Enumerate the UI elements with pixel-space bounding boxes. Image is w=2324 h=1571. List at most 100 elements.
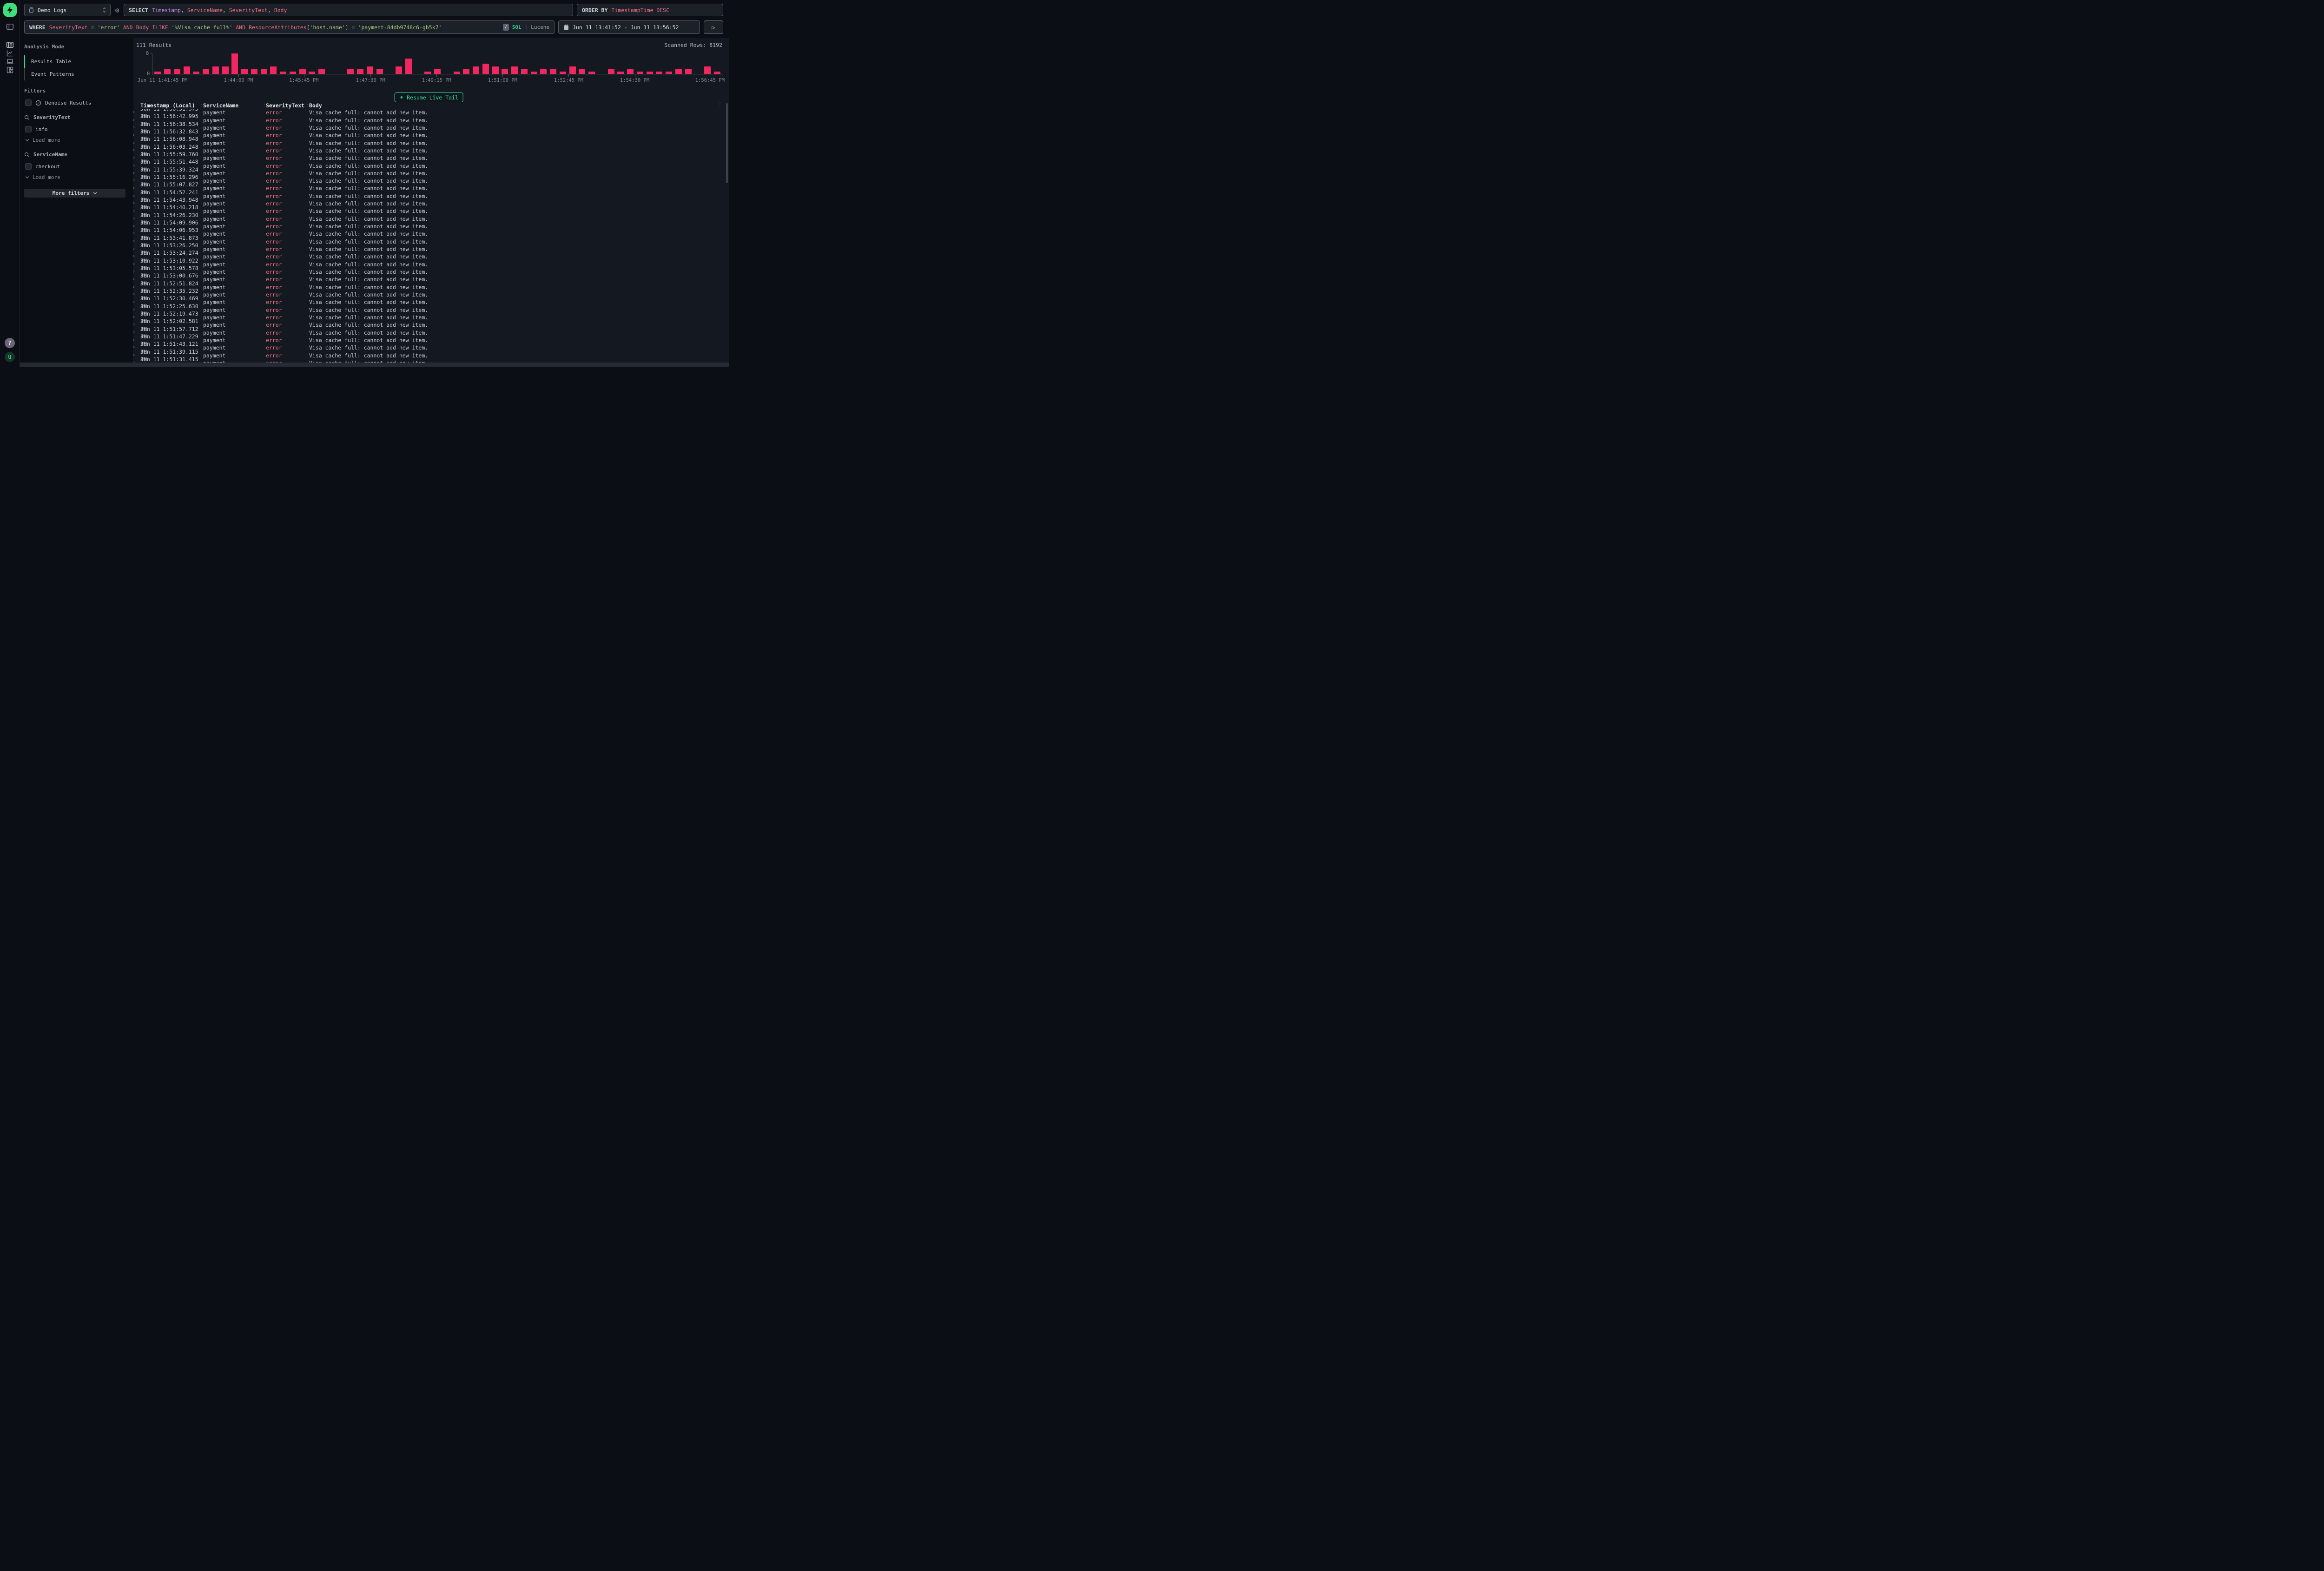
histogram-bar [579,69,585,74]
histogram-bar-slot[interactable] [317,53,327,74]
histogram-bar-slot[interactable] [288,53,298,74]
table-options-icon[interactable]: ⋮ [718,102,722,107]
histogram-bar-slot[interactable] [250,53,259,74]
orderby-query-input[interactable]: ORDER BY TimestampTime DESC [577,4,723,16]
histogram-bar-slot[interactable] [616,53,626,74]
histogram-bar-slot[interactable] [172,53,182,74]
histogram-bar-slot[interactable] [384,53,394,74]
source-settings-gear-icon[interactable]: ⚙ [111,4,124,16]
histogram-bar-slot[interactable] [182,53,191,74]
histogram-bar-slot[interactable] [500,53,510,74]
histogram-bar-slot[interactable] [674,53,684,74]
histogram-bar-slot[interactable] [635,53,645,74]
histogram-bar-slot[interactable] [529,53,539,74]
histogram-bar-slot[interactable] [654,53,664,74]
histogram-bar-slot[interactable] [606,53,616,74]
filter-option-info[interactable]: info [25,126,133,132]
column-header-servicename[interactable]: ⋮ServiceName [203,102,266,109]
histogram-bar-slot[interactable] [471,53,481,74]
histogram-bar-slot[interactable] [442,53,452,74]
histogram-bar-slot[interactable] [452,53,462,74]
histogram-bar-slot[interactable] [269,53,278,74]
column-header-severitytext[interactable]: ⋮SeverityText [266,102,309,109]
where-query-input[interactable]: WHERE SeverityText = 'error' AND Body IL… [24,20,555,34]
sidebar-mode-results-table[interactable]: Results Table [24,55,133,68]
histogram-bar-slot[interactable] [626,53,635,74]
search-logs-icon[interactable] [6,40,14,49]
histogram-bar-slot[interactable] [163,53,172,74]
histogram-bar-slot[interactable] [558,53,568,74]
histogram-bar-slot[interactable] [568,53,577,74]
sessions-laptop-icon[interactable] [6,57,14,66]
language-lucene-option[interactable]: Lucene [531,24,549,30]
time-range-picker[interactable]: Jun 11 13:41:52 - Jun 11 13:56:52 [558,20,700,34]
histogram-bar-slot[interactable] [153,53,163,74]
more-filters-button[interactable]: More filters [24,189,125,198]
user-avatar[interactable]: U [5,352,15,362]
histogram-bar-slot[interactable] [462,53,471,74]
source-selector[interactable]: Demo Logs [24,4,111,16]
column-header-timestamp[interactable]: Timestamp (Local) [140,102,203,109]
filter-checkbox-checkout[interactable] [25,163,32,170]
histogram-bar-slot[interactable] [664,53,674,74]
histogram-bar-slot[interactable] [490,53,500,74]
histogram-bar-slot[interactable] [548,53,558,74]
histogram-bar-slot[interactable] [346,53,356,74]
histogram-bar-slot[interactable] [278,53,288,74]
dashboards-icon[interactable] [6,66,14,74]
horizontal-scrollbar-track[interactable] [20,363,729,367]
collapse-sidebar-icon[interactable] [6,22,14,31]
select-query-input[interactable]: SELECT Timestamp, ServiceName, SeverityT… [124,4,573,16]
histogram-bar-slot[interactable] [510,53,520,74]
language-sql-option[interactable]: SQL [512,24,522,30]
cell-body: Visa cache full: cannot add new item. [309,139,726,147]
histogram-bar-slot[interactable] [539,53,548,74]
histogram-bar-slot[interactable] [587,53,597,74]
denoise-results-row[interactable]: Denoise Results [25,99,133,106]
histogram-bar-slot[interactable] [356,53,365,74]
histogram-bar-slot[interactable] [201,53,211,74]
histogram-bar-slot[interactable] [713,53,722,74]
cell-body: Visa cache full: cannot add new item. [309,253,726,260]
app-logo[interactable] [3,3,17,17]
histogram-bar-slot[interactable] [259,53,269,74]
table-row[interactable]: ›Jun 11 1:56:51.975 PMpaymenterrorVisa c… [129,109,726,112]
histogram-bar-slot[interactable] [645,53,654,74]
chart-explorer-icon[interactable] [6,49,14,57]
histogram-bar-slot[interactable] [433,53,442,74]
histogram-bar-slot[interactable] [394,53,404,74]
histogram-bar-slot[interactable] [577,53,587,74]
histogram-bar-slot[interactable] [230,53,240,74]
load-more-button[interactable]: Load more [25,174,133,180]
histogram-bar-slot[interactable] [375,53,384,74]
histogram-bar-slot[interactable] [413,53,423,74]
histogram-bar-slot[interactable] [191,53,201,74]
filter-option-checkout[interactable]: checkout [25,163,133,170]
column-header-body[interactable]: ⋮Body [309,102,729,109]
resume-live-tail-button[interactable]: Resume Live Tail [394,92,463,102]
histogram-bar-slot[interactable] [520,53,529,74]
histogram-bar-slot[interactable] [336,53,346,74]
results-histogram[interactable]: 8 0 Jun 11 1:41:45 PM1:44:00 PM1:45:45 P… [152,53,722,74]
histogram-bar-slot[interactable] [307,53,317,74]
histogram-bar-slot[interactable] [365,53,375,74]
histogram-bar-slot[interactable] [220,53,230,74]
histogram-bar-slot[interactable] [211,53,221,74]
histogram-bar-slot[interactable] [683,53,693,74]
histogram-bar-slot[interactable] [423,53,433,74]
filter-checkbox-info[interactable] [25,126,32,132]
run-query-button[interactable]: ▷ [704,20,723,34]
histogram-bar-slot[interactable] [693,53,703,74]
denoise-checkbox[interactable] [25,99,32,106]
sidebar-mode-event-patterns[interactable]: Event Patterns [24,68,133,80]
histogram-bar-slot[interactable] [597,53,607,74]
help-button[interactable]: ? [5,338,15,348]
load-more-button[interactable]: Load more [25,137,133,143]
histogram-bar-slot[interactable] [327,53,337,74]
vertical-scrollbar-thumb[interactable] [726,103,728,183]
histogram-bar-slot[interactable] [481,53,491,74]
histogram-bar-slot[interactable] [240,53,250,74]
histogram-bar-slot[interactable] [404,53,414,74]
histogram-bar-slot[interactable] [703,53,713,74]
histogram-bar-slot[interactable] [297,53,307,74]
